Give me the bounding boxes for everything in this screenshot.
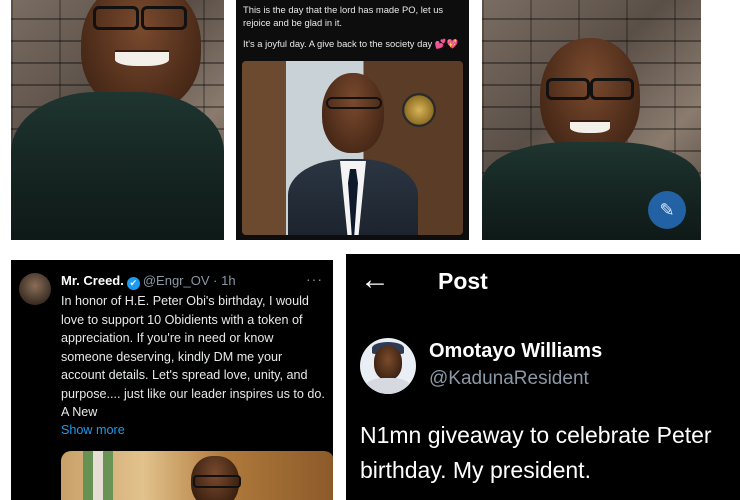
author-handle[interactable]: @Engr_OV [143, 273, 210, 288]
glasses-left [546, 78, 590, 100]
author-name[interactable]: Omotayo Williams [429, 340, 602, 363]
tweet-media-image[interactable] [61, 451, 333, 500]
post-paragraph-2: It's a joyful day. A give back to the so… [243, 38, 459, 49]
back-arrow-icon[interactable]: ← [360, 265, 390, 295]
avatar-shirt [366, 378, 410, 394]
office-portrait-face [322, 73, 384, 153]
glasses-right [141, 6, 187, 30]
office-glasses [326, 97, 382, 109]
timestamp[interactable]: 1h [221, 273, 235, 288]
glasses-right [590, 78, 634, 100]
page-title: Post [438, 268, 488, 294]
smile [570, 120, 610, 133]
compose-feather-icon[interactable]: ✎ [648, 191, 686, 229]
media-glasses [193, 475, 241, 488]
separator-dot: · [213, 273, 218, 288]
flag [83, 451, 113, 500]
post-panel-giveaway: ← Post Omotayo Williams @KadunaResident … [346, 254, 740, 500]
post-text: This is the day that the lord has made P… [243, 3, 465, 58]
author-handle[interactable]: @KadunaResident [429, 368, 589, 390]
author-name[interactable]: Mr. Creed. [61, 273, 124, 288]
post-panel-office: This is the day that the lord has made P… [236, 0, 469, 240]
portrait-photo-1 [11, 0, 224, 240]
coat-of-arms-seal [402, 93, 436, 127]
tweet-header: Mr. Creed. ✔ @Engr_OV · 1h [61, 273, 236, 290]
show-more-link[interactable]: Show more [61, 423, 125, 437]
green-shirt [11, 92, 224, 240]
avatar[interactable] [19, 273, 51, 305]
verified-badge-icon: ✔ [126, 277, 140, 290]
tweet-body: In honor of H.E. Peter Obi's birthday, I… [61, 294, 325, 419]
post-body: N1mn giveaway to celebrate Peter birthda… [360, 422, 712, 483]
tweet-panel: Mr. Creed. ✔ @Engr_OV · 1h ··· In honor of… [11, 260, 333, 500]
glasses-left [93, 6, 139, 30]
more-options-icon[interactable]: ··· [306, 271, 323, 287]
avatar[interactable] [360, 338, 416, 394]
post-paragraph-1: This is the day that the lord has made P… [243, 4, 444, 28]
office-photo[interactable] [242, 61, 463, 235]
avatar-face [374, 346, 402, 380]
smile [115, 50, 169, 66]
